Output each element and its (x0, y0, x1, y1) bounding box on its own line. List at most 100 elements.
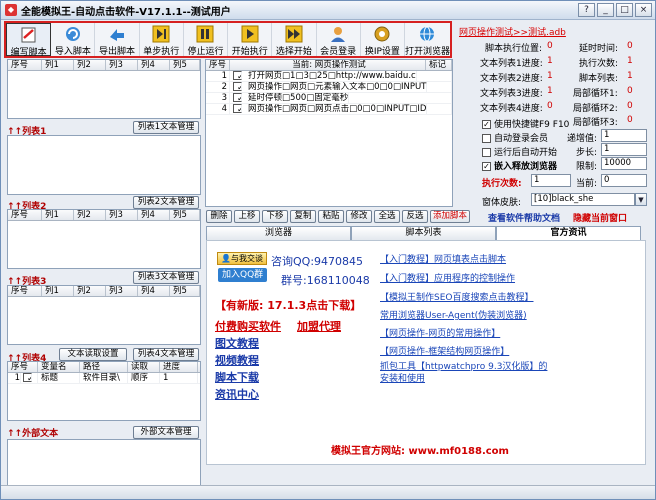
news-link[interactable]: 【网页操作-网页的常用操作】 (380, 326, 500, 339)
close-icon[interactable]: × (635, 3, 652, 17)
exec-count-input[interactable]: 1 (531, 174, 571, 187)
script-row[interactable]: 3 ✓延时停顿□500□固定毫秒 (206, 93, 452, 104)
increment-input[interactable]: 1 (601, 129, 647, 142)
list-header: 序号 列1 列2 列3 列4 列5 (8, 60, 200, 71)
import-icon (62, 25, 84, 43)
news-link[interactable]: 【网页操作-框架结构网页操作】 (380, 344, 509, 357)
hide-window-link[interactable]: 隐藏当前窗口 (573, 211, 627, 224)
script-row[interactable]: 2 ✓网页操作□网页□元素输入文本□0□0□INPUT (206, 82, 452, 93)
status-label: 文本列表4进度: (480, 104, 543, 114)
stride-input[interactable]: 1 (601, 143, 647, 156)
graphic-tutorial-link[interactable]: 图文教程 (215, 335, 259, 351)
hotkey-label: 使用快捷键F9 F10 (494, 120, 570, 130)
agent-link[interactable]: 加盟代理 (297, 318, 341, 334)
check-icon[interactable]: ✓ (233, 104, 242, 113)
status-label: 延时时间: (579, 44, 619, 54)
select-start-button[interactable]: 选择开始 (272, 23, 317, 57)
status-label: 执行次数: (579, 59, 619, 69)
script-row[interactable]: 1 ✓打开网页□1□3□25□http://www.baidu.c (206, 71, 452, 82)
check-icon: ✓ (482, 162, 491, 171)
news-link[interactable]: 常用浏览器User-Agent(伪装浏览器) (380, 308, 527, 321)
news-link[interactable]: 抓包工具【httpwatchpro 9.3汉化版】的安装和使用 (380, 361, 555, 385)
hotkey-option[interactable]: ✓ 使用快捷键F9 F10 (482, 117, 569, 130)
open-browser-button[interactable]: 打开浏览器 (405, 23, 450, 57)
add-script-button[interactable]: 添加脚本 (430, 210, 470, 223)
script-download-link[interactable]: 脚本下载 (215, 369, 259, 385)
news-link[interactable]: 【入门教程】应用程序的控制操作 (380, 271, 515, 284)
auto-login-label: 自动登录会员 (494, 134, 549, 144)
help-doc-link[interactable]: 查看软件帮助文档 (488, 211, 560, 224)
row-index: 2 (206, 82, 230, 92)
video-tutorial-link[interactable]: 视频教程 (215, 352, 259, 368)
edit-script-button[interactable]: 编写脚本 (6, 23, 52, 58)
tab-official-news[interactable]: 官方资讯 (496, 226, 641, 240)
pencil-icon (18, 26, 40, 44)
move-up-button[interactable]: 上移 (234, 210, 260, 223)
limit-input[interactable]: 10000 (601, 157, 647, 170)
select-all-button[interactable]: 全选 (374, 210, 400, 223)
external-text-manage-button[interactable]: 外部文本管理 (133, 426, 199, 439)
check-icon[interactable]: ✓ (233, 71, 242, 80)
buy-software-link[interactable]: 付费购买软件 (215, 318, 281, 334)
check-icon[interactable]: ✓ (233, 93, 242, 102)
import-script-button[interactable]: 导入脚本 (51, 23, 96, 57)
script-file-link[interactable]: 网页操作测试>>测试.adb (459, 25, 566, 38)
copy-button[interactable]: 复制 (290, 210, 316, 223)
export-script-button[interactable]: 导出脚本 (95, 23, 140, 57)
play-icon (239, 25, 261, 43)
status-label: 局部循环3: (573, 118, 618, 128)
start-execute-button[interactable]: 开始执行 (228, 23, 273, 57)
ip-settings-button[interactable]: 换IP设置 (361, 23, 405, 57)
list-panel: 序号 列1 列2 列3 列4 列5 (7, 59, 201, 119)
help-icon[interactable]: ? (578, 3, 595, 17)
minimize-icon[interactable]: _ (597, 3, 614, 17)
delete-button[interactable]: 删除 (206, 210, 232, 223)
tab-script-list[interactable]: 脚本列表 (351, 226, 496, 240)
column-header: 列4 (138, 60, 170, 70)
table-row[interactable]: 1✓ 标题 软件目录\ 顺序 1 (8, 373, 200, 384)
column-header: 序号 (8, 362, 38, 372)
column-header: 标记 (426, 60, 452, 70)
paste-button[interactable]: 粘贴 (318, 210, 344, 223)
list4-manage-button[interactable]: 列表4文本管理 (133, 348, 199, 361)
pause-icon (194, 25, 216, 43)
maximize-icon[interactable]: □ (616, 3, 633, 17)
move-down-button[interactable]: 下移 (262, 210, 288, 223)
news-link[interactable]: 【入门教程】网页填表点击脚本 (380, 252, 506, 265)
chevron-down-icon[interactable]: ▼ (635, 193, 647, 206)
list1-manage-button[interactable]: 列表1文本管理 (133, 121, 199, 134)
export-icon (106, 25, 128, 43)
invert-select-button[interactable]: 反选 (402, 210, 428, 223)
member-login-button[interactable]: 会员登录 (317, 23, 361, 57)
current-input[interactable]: 0 (601, 174, 647, 187)
select-start-label: 选择开始 (275, 47, 312, 57)
step-execute-button[interactable]: 单步执行 (140, 23, 184, 57)
qq-talk-button[interactable]: 👤与我交谈 (217, 252, 267, 265)
new-version-link[interactable]: 【有新版: 17.1.3点击下载】 (215, 297, 361, 313)
modify-button[interactable]: 修改 (346, 210, 372, 223)
column-header: 列4 (138, 286, 170, 296)
column-header: 列2 (74, 210, 106, 220)
skin-select[interactable]: [10]black_she (531, 193, 635, 206)
check-icon[interactable]: ✓ (233, 82, 242, 91)
check-icon[interactable]: ✓ (23, 373, 32, 382)
status-label: 文本列表1进度: (480, 59, 543, 69)
news-center-link[interactable]: 资讯中心 (215, 386, 259, 402)
current-label: 当前: (576, 179, 598, 189)
join-qq-group-button[interactable]: 加入QQ群 (218, 268, 268, 282)
list3-manage-button[interactable]: 列表3文本管理 (133, 271, 199, 284)
auto-start-option[interactable]: 运行后自动开始 (482, 145, 557, 158)
column-header: 列3 (106, 286, 138, 296)
app-window: ◆ 全能模拟王-自动点击软件-V17.1.1--测试用户 ? _ □ × 编写脚… (0, 0, 656, 500)
official-website-link[interactable]: 模拟王官方网站: www.mf0188.com (331, 442, 509, 457)
tab-browser[interactable]: 浏览器 (206, 226, 351, 240)
fast-forward-icon (283, 25, 305, 43)
embed-browser-option[interactable]: ✓ 嵌入释放浏览器 (482, 159, 557, 172)
list2-manage-button[interactable]: 列表2文本管理 (133, 196, 199, 209)
news-link[interactable]: 【模拟王制作SEO百度搜索点击教程】 (380, 290, 533, 303)
text-read-settings-button[interactable]: 文本读取设置 (59, 348, 127, 361)
script-row[interactable]: 4 ✓网页操作□网页□网页点击□0□0□INPUT□ID (206, 104, 452, 115)
stop-run-button[interactable]: 停止运行 (184, 23, 229, 57)
auto-login-option[interactable]: 自动登录会员 (482, 131, 548, 144)
list1-panel (7, 135, 201, 195)
